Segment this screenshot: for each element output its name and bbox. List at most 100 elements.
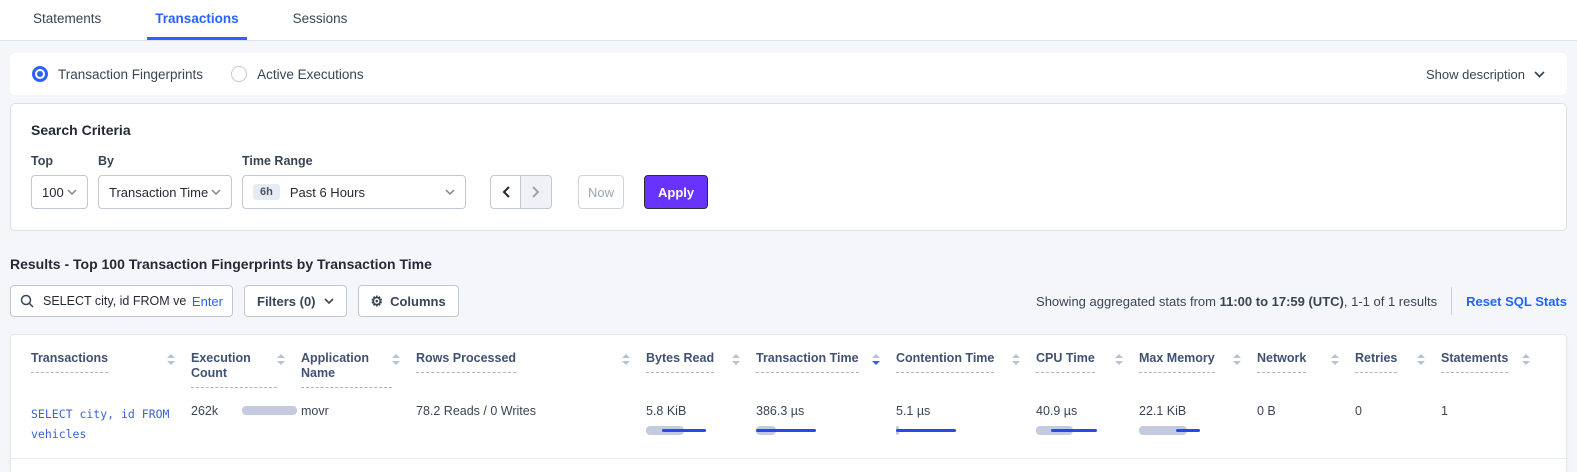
column-header-max-memory[interactable]: Max Memory [1139,351,1257,388]
filters-label: Filters (0) [257,294,316,309]
time-range-select[interactable]: 6h Past 6 Hours [242,175,466,209]
cell-statements: 1 [1441,398,1546,444]
reset-sql-stats-link[interactable]: Reset SQL Stats [1466,294,1567,309]
sort-icon[interactable] [1233,354,1241,365]
column-header-application-name[interactable]: Application Name [301,351,416,388]
search-criteria-title: Search Criteria [31,122,1546,138]
cell-bytes-read: 5.8 KiB [646,398,756,444]
column-header-rows-processed[interactable]: Rows Processed [416,351,646,388]
sort-icon[interactable] [1522,354,1530,365]
sort-icon[interactable] [1012,354,1020,365]
contention-time-bar [896,426,1020,436]
filters-button[interactable]: Filters (0) [244,285,347,317]
chevron-left-icon [502,186,510,198]
column-header-statements[interactable]: Statements [1441,351,1546,388]
column-header-contention-time[interactable]: Contention Time [896,351,1036,388]
radio-label: Transaction Fingerprints [58,67,203,82]
search-box[interactable]: Enter [10,285,233,317]
tab-sessions[interactable]: Sessions [285,0,356,40]
by-value: Transaction Time [109,185,208,200]
cell-rows-processed: 78.2 Reads / 0 Writes [416,398,646,444]
time-range-value: Past 6 Hours [290,185,365,200]
stats-time-range: 11:00 to 17:59 (UTC) [1220,294,1344,309]
radio-button-icon[interactable] [32,66,48,82]
radio-button-icon[interactable] [231,66,247,82]
column-header-transactions[interactable]: Transactions [31,351,191,388]
chevron-down-icon [211,189,221,195]
sort-icon[interactable] [392,354,400,365]
vertical-divider [1451,287,1452,315]
cell-application-name: movr [301,398,416,444]
table-row: SELECT city, id FROM vehicles 262k movr … [11,390,1566,459]
search-input[interactable] [41,293,188,309]
sort-icon[interactable] [872,354,880,365]
cell-transaction-time: 386.3 µs [756,398,896,444]
cell-execution-count: 262k [191,398,301,444]
search-criteria-card: Search Criteria Top 100 By Transaction T… [10,103,1567,231]
search-icon [20,294,34,308]
cell-network: 0 B [1257,398,1355,444]
sort-icon[interactable] [167,354,175,365]
transaction-fingerprint-link[interactable]: SELECT city, id FROM vehicles [31,404,175,444]
results-controls-row: Enter Filters (0) ⚙ Columns Showing aggr… [10,285,1567,317]
transaction-time-bar [756,426,880,436]
column-header-bytes-read[interactable]: Bytes Read [646,351,756,388]
cell-retries: 0 [1355,398,1441,444]
column-header-network[interactable]: Network [1257,351,1355,388]
column-header-cpu-time[interactable]: CPU Time [1036,351,1139,388]
by-field: By Transaction Time [98,154,232,209]
sort-icon[interactable] [622,354,630,365]
results-heading: Results - Top 100 Transaction Fingerprin… [10,256,1567,272]
transactions-table: Transactions Execution Count Application… [10,334,1567,472]
sort-icon[interactable] [1115,354,1123,365]
top-select[interactable]: 100 [31,175,88,209]
table-header-row: Transactions Execution Count Application… [11,335,1566,390]
cell-max-memory: 22.1 KiB [1139,398,1257,444]
radio-active-executions[interactable]: Active Executions [231,66,364,82]
gear-icon: ⚙ [371,294,384,308]
top-value: 100 [42,185,64,200]
transactions-page: Statements Transactions Sessions Transac… [0,0,1577,472]
next-time-range-button[interactable] [521,175,552,209]
time-range-badge: 6h [253,184,280,200]
bytes-read-bar [646,426,740,436]
by-select[interactable]: Transaction Time [98,175,232,209]
time-range-field: Time Range 6h Past 6 Hours [242,154,466,209]
view-toggle-card: Transaction Fingerprints Active Executio… [10,53,1567,95]
apply-button[interactable]: Apply [644,175,708,209]
cell-transactions: SELECT city, id FROM vehicles [31,398,191,444]
chevron-down-icon [324,298,334,304]
chevron-right-icon [532,186,540,198]
time-range-label: Time Range [242,154,466,168]
chevron-down-icon [67,189,77,195]
sort-icon[interactable] [277,354,285,365]
aggregated-stats-text: Showing aggregated stats from 11:00 to 1… [1036,294,1437,309]
column-header-retries[interactable]: Retries [1355,351,1441,388]
top-label: Top [31,154,88,168]
radio-transaction-fingerprints[interactable]: Transaction Fingerprints [32,66,203,82]
chevron-down-icon [445,189,455,195]
cpu-time-bar [1036,426,1123,436]
time-range-pager [490,175,552,209]
by-label: By [98,154,232,168]
columns-label: Columns [390,294,446,309]
columns-button[interactable]: ⚙ Columns [358,285,459,317]
sort-icon[interactable] [1417,354,1425,365]
radio-label: Active Executions [257,67,364,82]
column-header-transaction-time[interactable]: Transaction Time [756,351,896,388]
enter-hint: Enter [192,294,223,309]
tab-bar: Statements Transactions Sessions [0,0,1577,41]
top-field: Top 100 [31,154,88,209]
max-memory-bar [1139,426,1241,436]
cell-contention-time: 5.1 µs [896,398,1036,444]
now-button[interactable]: Now [578,175,624,209]
column-header-execution-count[interactable]: Execution Count [191,351,301,388]
sort-icon[interactable] [732,354,740,365]
chevron-down-icon [1534,71,1545,78]
sort-icon[interactable] [1331,354,1339,365]
tab-statements[interactable]: Statements [25,0,109,40]
tab-transactions[interactable]: Transactions [147,0,246,40]
show-description-label: Show description [1426,67,1525,82]
show-description-toggle[interactable]: Show description [1426,67,1545,82]
prev-time-range-button[interactable] [490,175,521,209]
